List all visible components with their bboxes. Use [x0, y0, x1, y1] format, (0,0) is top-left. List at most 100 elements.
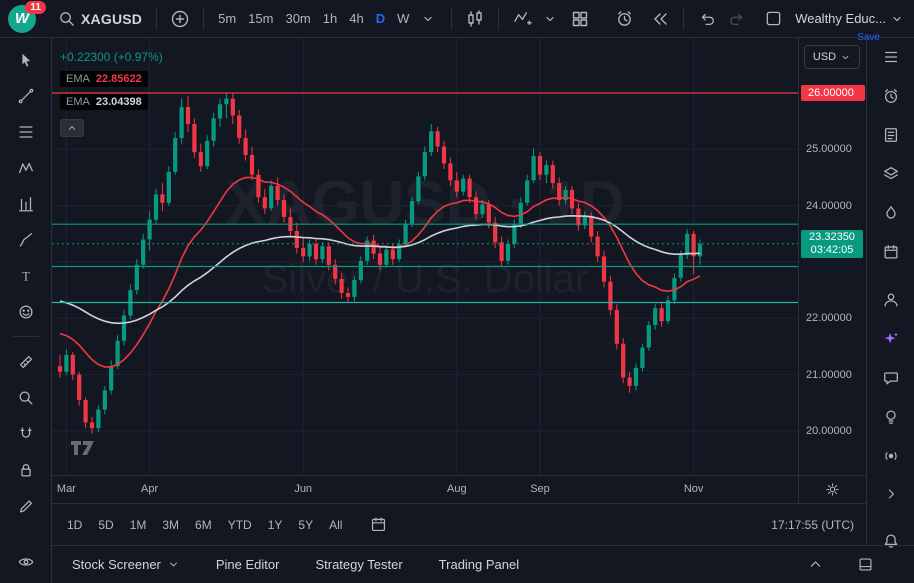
- forecast-tool-button[interactable]: [7, 192, 45, 215]
- candles-icon: [466, 10, 484, 28]
- timeframe-4h[interactable]: 4h: [343, 7, 369, 30]
- clock-icon: [882, 87, 900, 105]
- save-layout-button[interactable]: [758, 5, 788, 33]
- compare-add-button[interactable]: [165, 5, 195, 33]
- chart-style-button[interactable]: [460, 5, 490, 33]
- currency-dropdown[interactable]: USD: [804, 45, 860, 69]
- time-axis[interactable]: MarAprJunAugSepNov: [52, 475, 798, 503]
- tradingview-logo[interactable]: [68, 438, 98, 458]
- trend-line-tool-button[interactable]: [7, 84, 45, 107]
- magnet-tool-button[interactable]: [7, 422, 45, 445]
- object-tree-button[interactable]: [874, 165, 908, 183]
- calendar-button[interactable]: [874, 243, 908, 261]
- candlestick-chart[interactable]: [52, 38, 798, 475]
- undo-button[interactable]: [692, 5, 722, 33]
- bottom-panel-bar: Stock Screener Pine Editor Strategy Tester…: [52, 545, 914, 583]
- divider: [203, 8, 204, 30]
- go-to-date-button[interactable]: [363, 511, 393, 539]
- edit-drawings-button[interactable]: [7, 494, 45, 517]
- timeframe-menu-button[interactable]: [413, 5, 443, 33]
- bottom-tab-trading-panel[interactable]: Trading Panel: [439, 557, 519, 572]
- ai-assistant-button[interactable]: [874, 330, 908, 348]
- alert-button[interactable]: [609, 5, 639, 33]
- chevron-right-icon: [883, 486, 899, 502]
- alarm-clock-icon: [615, 9, 634, 28]
- bottom-tab-stock-screener[interactable]: Stock Screener: [72, 557, 180, 572]
- text-tool-button[interactable]: T: [7, 264, 45, 287]
- top-toolbar: W 11 XAGUSD 5m15m30m1h4hDW: [0, 0, 914, 38]
- ideas-button[interactable]: [874, 291, 908, 309]
- range-1y[interactable]: 1Y: [261, 514, 290, 536]
- range-all[interactable]: All: [322, 514, 349, 536]
- range-5y[interactable]: 5Y: [291, 514, 320, 536]
- watchlist-button[interactable]: [874, 48, 908, 66]
- pattern-tool-button[interactable]: [7, 156, 45, 179]
- utc-clock[interactable]: 17:17:55 (UTC): [771, 518, 858, 532]
- timeframe-d[interactable]: D: [370, 7, 391, 30]
- news-button[interactable]: [874, 126, 908, 144]
- cursor-tool-button[interactable]: [7, 48, 45, 71]
- indicator-value: 23.04398: [96, 96, 142, 108]
- layout-grid-button[interactable]: [565, 5, 595, 33]
- timeframe-group: 5m15m30m1h4hDW: [212, 7, 415, 30]
- range-1d[interactable]: 1D: [60, 514, 89, 536]
- legend-collapse-button[interactable]: [60, 119, 84, 137]
- timeframe-30m[interactable]: 30m: [279, 7, 316, 30]
- time-axis-label: Aug: [442, 483, 472, 495]
- price-scale[interactable]: USD 26.0000025.0000024.0000022.0000021.0…: [798, 38, 866, 475]
- chat-button[interactable]: [874, 369, 908, 387]
- chart-pane[interactable]: XAGUSD · 1D Silver / U.S. Dollar +0.2230…: [52, 38, 798, 475]
- range-3m[interactable]: 3M: [155, 514, 186, 536]
- emoji-tool-button[interactable]: [7, 300, 45, 323]
- timeframe-5m[interactable]: 5m: [212, 7, 242, 30]
- lightbulb-icon: [882, 408, 900, 426]
- timeframe-w[interactable]: W: [391, 7, 415, 30]
- bottom-tab-pine-editor[interactable]: Pine Editor: [216, 557, 280, 572]
- gear-icon[interactable]: [825, 482, 840, 497]
- range-6m[interactable]: 6M: [188, 514, 219, 536]
- layout-name: Wealthy Educ...: [795, 11, 886, 26]
- layout-name-button[interactable]: Wealthy Educ... Save: [795, 11, 906, 26]
- range-ytd[interactable]: YTD: [221, 514, 259, 536]
- range-5d[interactable]: 5D: [91, 514, 120, 536]
- collapse-sidebar-button[interactable]: [874, 486, 908, 502]
- bar-replay-button[interactable]: [645, 5, 675, 33]
- live-streams-button[interactable]: [874, 447, 908, 465]
- timeframe-15m[interactable]: 15m: [242, 7, 279, 30]
- indicators-menu-button[interactable]: [535, 5, 565, 33]
- broadcast-icon: [882, 447, 900, 465]
- price-tick: 24.00000: [799, 198, 866, 214]
- range-1m[interactable]: 1M: [123, 514, 154, 536]
- zoom-tool-button[interactable]: [7, 386, 45, 409]
- timeframe-1h[interactable]: 1h: [317, 7, 343, 30]
- symbol-search-button[interactable]: XAGUSD: [52, 6, 148, 31]
- redo-button[interactable]: [722, 5, 752, 33]
- hide-drawings-button[interactable]: [7, 550, 45, 573]
- minds-button[interactable]: [874, 408, 908, 426]
- bottom-tab-strategy-tester[interactable]: Strategy Tester: [315, 557, 402, 572]
- measure-tool-button[interactable]: [7, 350, 45, 373]
- chevron-up-icon: [808, 557, 823, 572]
- redo-icon: [728, 10, 746, 28]
- indicators-button[interactable]: [507, 5, 537, 33]
- indicator-value: 22.85622: [96, 73, 142, 85]
- alerts-button[interactable]: [874, 87, 908, 105]
- fib-retracement-tool-button[interactable]: [7, 120, 45, 143]
- symbol-name: XAGUSD: [81, 11, 142, 27]
- drawing-toolbar: T: [0, 38, 52, 583]
- restore-panel-button[interactable]: [850, 551, 880, 579]
- price-tick: 22.00000: [799, 310, 866, 326]
- indicator-legend-ema[interactable]: EMA22.85622: [60, 71, 163, 87]
- expand-panel-button[interactable]: [800, 551, 830, 579]
- fib-lines-icon: [17, 123, 35, 141]
- hotlists-button[interactable]: [874, 204, 908, 222]
- indicator-legend-ema[interactable]: EMA23.04398: [60, 94, 163, 110]
- pencil-icon: [17, 497, 35, 515]
- axis-settings-corner: [798, 475, 866, 503]
- watchlist-icon: [882, 48, 900, 66]
- bottom-tab-label: Strategy Tester: [315, 557, 402, 572]
- lock-drawings-button[interactable]: [7, 458, 45, 481]
- news-icon: [882, 126, 900, 144]
- user-avatar[interactable]: W 11: [8, 5, 36, 33]
- brush-tool-button[interactable]: [7, 228, 45, 251]
